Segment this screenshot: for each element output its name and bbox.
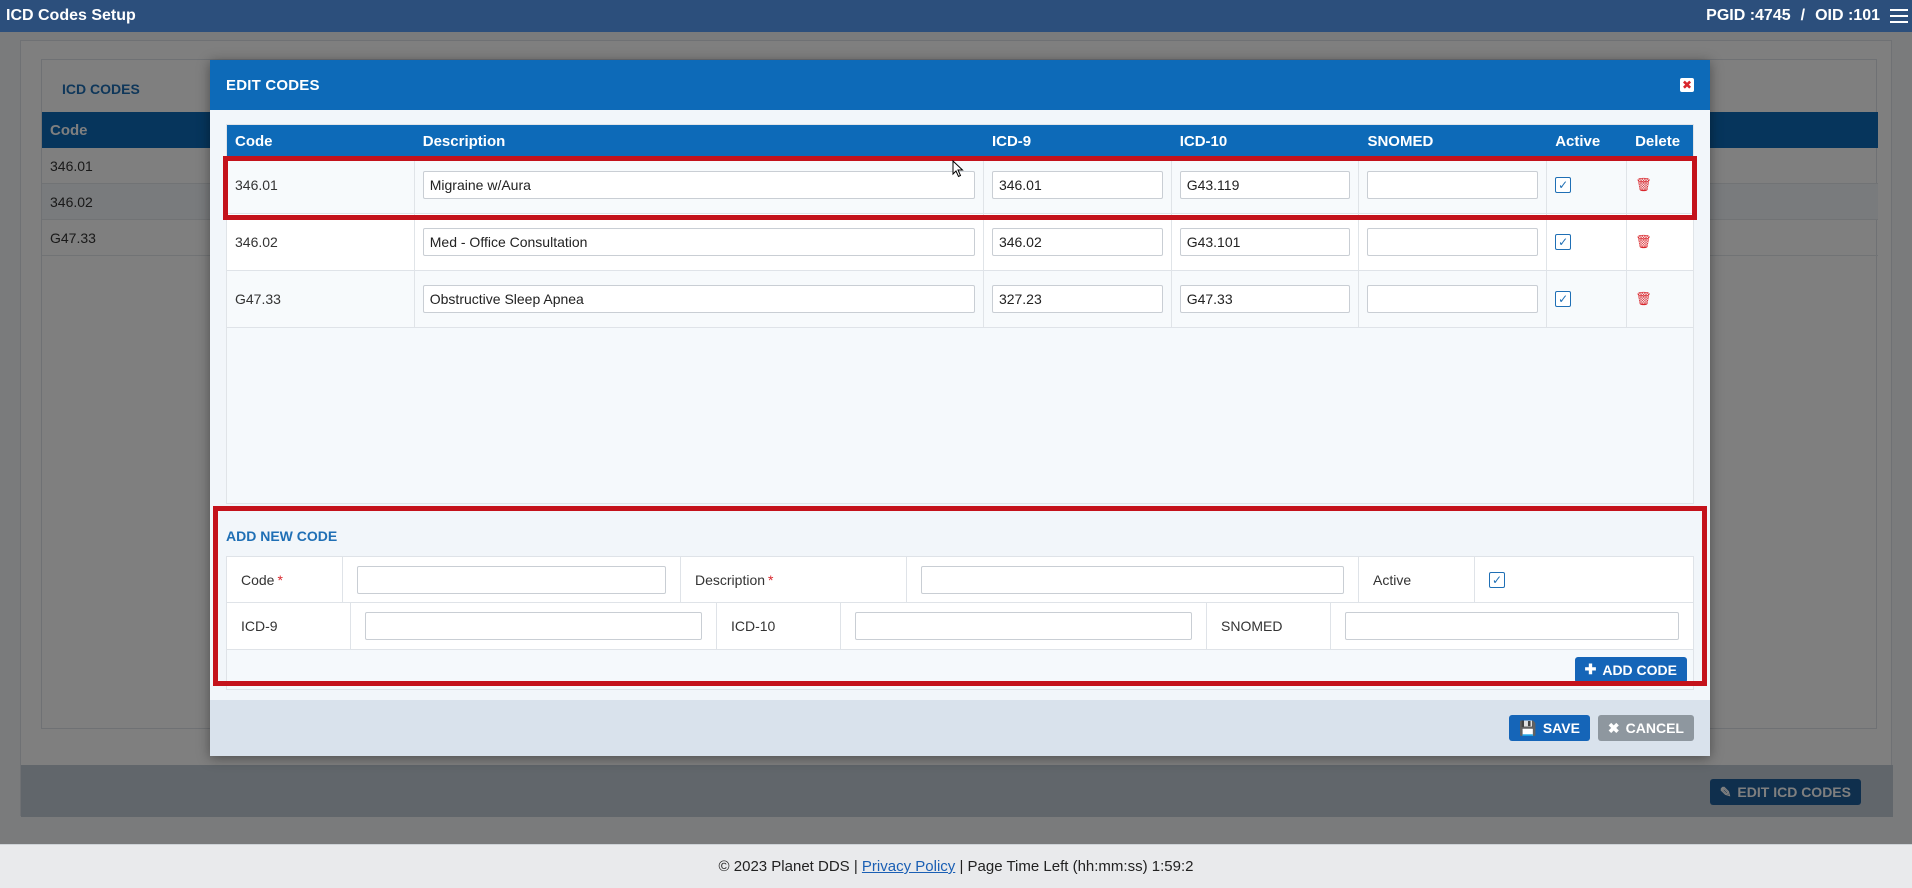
copyright-text: © 2023 Planet DDS | <box>718 858 858 875</box>
required-mark: * <box>277 571 283 588</box>
active-label: Active <box>1359 557 1475 602</box>
icd9-label: ICD-9 <box>227 603 351 649</box>
app-header: ICD Codes Setup PGID :4745 / OID :101 <box>0 0 1912 32</box>
x-icon: ✖ <box>1607 719 1620 736</box>
icd10-label: ICD-10 <box>717 603 841 649</box>
session-ids: PGID :4745 / OID :101 <box>1706 7 1908 25</box>
icd10-input[interactable] <box>1179 285 1351 313</box>
mouse-cursor-icon <box>952 160 964 178</box>
description-label: Description <box>695 571 766 588</box>
code-cell: G47.33 <box>227 271 415 327</box>
page-time-left: | Page Time Left (hh:mm:ss) 1:59:2 <box>959 858 1194 875</box>
cancel-label: CANCEL <box>1625 720 1684 736</box>
modal-body: Code Description ICD-9 ICD-10 SNOMED Act… <box>226 124 1694 690</box>
code-cell: 346.01 <box>227 157 415 213</box>
trash-icon[interactable]: 🗑 <box>1635 177 1652 193</box>
modal-title: EDIT CODES <box>226 76 320 94</box>
new-icd9-input[interactable] <box>365 612 702 640</box>
add-new-code-form: Code * Description * Active ✓ ICD-9 ICD-… <box>226 556 1694 690</box>
snomed-label: SNOMED <box>1207 603 1331 649</box>
modal-header: EDIT CODES ✖ <box>210 60 1710 110</box>
ids-separator: / <box>1800 7 1806 24</box>
col-icd9: ICD-9 <box>991 132 1032 150</box>
table-row: G47.33 ✓ 🗑 <box>227 271 1693 328</box>
description-input[interactable] <box>422 171 975 199</box>
icd9-input[interactable] <box>991 228 1163 256</box>
privacy-policy-link[interactable]: Privacy Policy <box>862 858 955 875</box>
description-input[interactable] <box>422 228 975 256</box>
new-code-input[interactable] <box>357 565 666 594</box>
add-code-label: ADD CODE <box>1602 661 1677 678</box>
icd9-input[interactable] <box>991 171 1163 199</box>
description-label-cell: Description * <box>681 557 907 602</box>
add-code-button[interactable]: ✚ ADD CODE <box>1574 656 1687 683</box>
active-checkbox[interactable]: ✓ <box>1555 234 1572 250</box>
menu-icon[interactable] <box>1890 9 1908 23</box>
add-form-row: Code * Description * Active ✓ <box>226 556 1694 603</box>
page-footer: © 2023 Planet DDS | Privacy Policy | Pag… <box>0 844 1912 888</box>
save-button[interactable]: 💾 SAVE <box>1509 715 1590 741</box>
snomed-input[interactable] <box>1367 171 1539 199</box>
table-row: 346.02 ✓ 🗑 <box>227 214 1693 271</box>
snomed-input[interactable] <box>1367 228 1539 256</box>
code-label-cell: Code * <box>227 557 343 602</box>
close-icon[interactable]: ✖ <box>1680 78 1694 92</box>
add-new-code-title: ADD NEW CODE <box>226 528 338 544</box>
col-description: Description <box>422 132 506 150</box>
modal-footer: 💾 SAVE ✖ CANCEL <box>210 700 1710 756</box>
add-form-row: ICD-9 ICD-10 SNOMED <box>226 603 1694 650</box>
col-active: Active <box>1555 132 1601 150</box>
col-code: Code <box>235 132 273 150</box>
save-label: SAVE <box>1542 720 1580 736</box>
col-icd10: ICD-10 <box>1179 132 1228 150</box>
trash-icon[interactable]: 🗑 <box>1635 234 1652 250</box>
code-label: Code <box>241 571 275 588</box>
icd10-input[interactable] <box>1179 228 1351 256</box>
app-title: ICD Codes Setup <box>6 7 136 24</box>
plus-icon: ✚ <box>1584 661 1597 677</box>
description-input[interactable] <box>422 285 975 313</box>
codes-table: Code Description ICD-9 ICD-10 SNOMED Act… <box>226 124 1694 504</box>
required-mark: * <box>768 571 774 588</box>
col-delete: Delete <box>1635 132 1681 150</box>
icd9-input[interactable] <box>991 285 1163 313</box>
add-new-code-section: ADD NEW CODE Code * Description * Active… <box>226 516 1694 690</box>
active-checkbox[interactable]: ✓ <box>1555 177 1572 193</box>
new-icd10-input[interactable] <box>855 612 1192 640</box>
snomed-input[interactable] <box>1367 285 1539 313</box>
cancel-button[interactable]: ✖ CANCEL <box>1597 715 1694 741</box>
floppy-disk-icon: 💾 <box>1519 719 1537 736</box>
active-checkbox[interactable]: ✓ <box>1555 291 1572 307</box>
oid-label: OID :101 <box>1815 7 1880 24</box>
col-snomed: SNOMED <box>1367 132 1434 150</box>
pgid-label: PGID :4745 <box>1706 7 1791 24</box>
add-code-actions: ✚ ADD CODE <box>226 650 1694 690</box>
icd10-input[interactable] <box>1179 171 1351 199</box>
new-snomed-input[interactable] <box>1345 612 1679 640</box>
trash-icon[interactable]: 🗑 <box>1635 291 1652 307</box>
new-description-input[interactable] <box>921 565 1344 594</box>
code-cell: 346.02 <box>227 214 415 270</box>
new-active-checkbox[interactable]: ✓ <box>1489 571 1505 588</box>
codes-table-header: Code Description ICD-9 ICD-10 SNOMED Act… <box>227 125 1693 157</box>
